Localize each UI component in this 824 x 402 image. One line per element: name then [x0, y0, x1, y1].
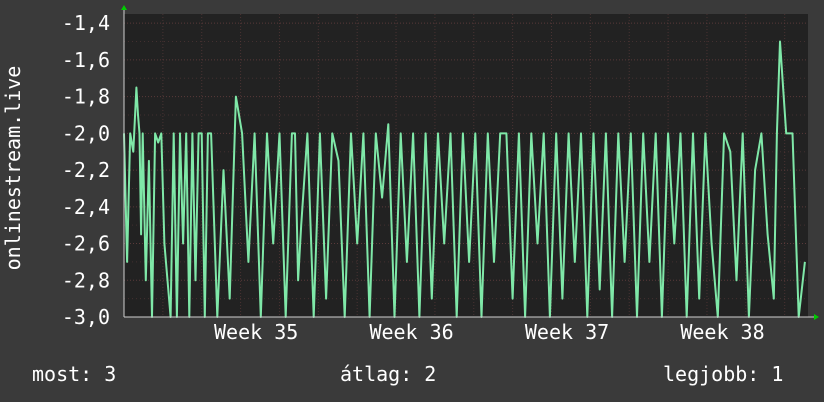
y-tick-label: -1,6 — [62, 48, 110, 72]
x-tick-label: Week 37 — [525, 320, 609, 344]
y-axis-label: onlinestream.live — [1, 65, 25, 271]
footer-current: most: 3 — [32, 362, 117, 386]
x-tick-label: Week 35 — [214, 320, 298, 344]
y-tick-label: -2,4 — [62, 195, 110, 219]
y-tick-label: -1,4 — [62, 11, 110, 35]
y-axis-arrow — [121, 5, 127, 10]
chart: -1,4 -1,6 -1,8 -2,0 -2,2 -2,4 -2,6 -2,8 -3,0 Week… — [0, 0, 824, 402]
y-tick-label: -2,0 — [62, 121, 110, 145]
y-tick-label: -2,6 — [62, 232, 110, 256]
x-tick-label: Week 36 — [369, 320, 453, 344]
y-tick-label: -2,8 — [62, 268, 110, 292]
footer-best: legjobb: 1 — [663, 362, 784, 386]
y-tick-label: -3,0 — [62, 305, 110, 329]
x-tick-label: Week 38 — [680, 320, 764, 344]
y-tick-label: -2,2 — [62, 158, 110, 182]
y-tick-label: -1,8 — [62, 85, 110, 109]
footer-average: átlag: 2 — [340, 362, 437, 386]
chart-svg: -1,4 -1,6 -1,8 -2,0 -2,2 -2,4 -2,6 -2,8 -3,0 Week… — [62, 5, 819, 344]
x-axis-arrow — [814, 314, 819, 320]
